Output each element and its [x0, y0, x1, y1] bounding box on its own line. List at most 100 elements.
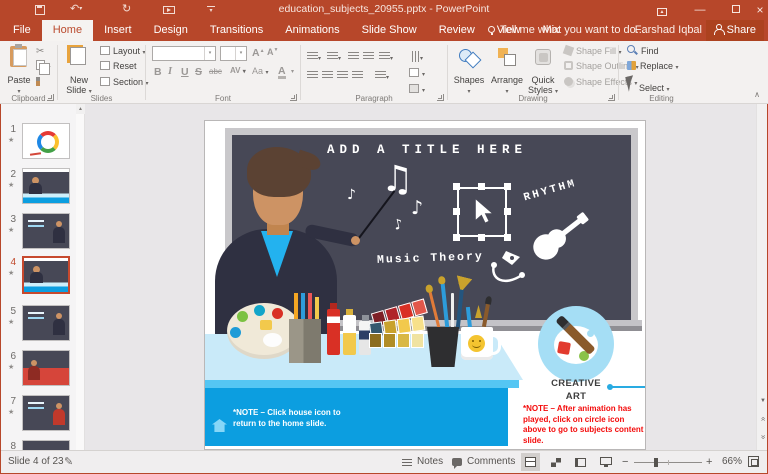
decrease-indent-button[interactable]: [348, 47, 359, 65]
thumbnail-image[interactable]: [22, 256, 70, 294]
zoom-out-button[interactable]: −: [622, 456, 628, 468]
shape-fill-button[interactable]: Shape Fill ▾: [564, 45, 622, 58]
slide-canvas[interactable]: ADD A TITLE HERE ♫ ♪ ♪ ♪ RHYTHM: [205, 121, 645, 449]
ribbon-display-options-icon[interactable]: ▲: [648, 0, 676, 20]
zoom-in-button[interactable]: +: [706, 456, 712, 468]
music-note-icon[interactable]: ♪: [411, 197, 423, 219]
drawing-dialog-launcher[interactable]: [608, 94, 615, 101]
paragraph-dialog-launcher[interactable]: [437, 94, 444, 101]
creative-art-label[interactable]: CREATIVEART: [536, 378, 616, 403]
justify-button[interactable]: [352, 66, 363, 84]
underline-button[interactable]: U: [181, 66, 189, 78]
slide-title-placeholder[interactable]: ADD A TITLE HERE: [317, 143, 537, 157]
pen-tool-icon[interactable]: [488, 249, 526, 294]
bullets-button[interactable]: ▾: [307, 47, 321, 65]
arrange-button[interactable]: Arrange▾: [490, 44, 524, 100]
change-case-button[interactable]: Aa ▾: [252, 66, 269, 76]
section-button[interactable]: Section ▾: [100, 76, 149, 89]
tab-animations[interactable]: Animations: [274, 20, 350, 41]
color-swatches[interactable]: [369, 333, 424, 348]
align-right-button[interactable]: [337, 66, 348, 84]
minimize-icon[interactable]: —: [686, 0, 714, 20]
tab-design[interactable]: Design: [143, 20, 199, 41]
thumbnail-image[interactable]: [22, 440, 70, 450]
paste-button[interactable]: Paste▾: [2, 44, 36, 100]
increase-indent-button[interactable]: [363, 47, 374, 65]
thumbnail-image[interactable]: [22, 123, 70, 159]
shrink-font-button[interactable]: A▼: [267, 47, 278, 57]
fit-slide-to-window-button[interactable]: [748, 456, 759, 467]
notes-toggle[interactable]: Notes: [417, 456, 443, 467]
font-color-caret[interactable]: ▾: [291, 68, 294, 75]
bold-button[interactable]: B: [154, 66, 162, 78]
numbering-button[interactable]: ▾: [327, 47, 341, 65]
thumbnail-slide-7[interactable]: 7★: [0, 395, 76, 435]
columns-button[interactable]: ▾: [375, 66, 389, 84]
thumbnail-image[interactable]: [22, 350, 70, 386]
font-size-combo[interactable]: ▾: [220, 46, 247, 61]
replace-button[interactable]: Replace ▾: [627, 60, 679, 73]
subscript-button[interactable]: abc: [209, 67, 222, 76]
layout-button[interactable]: Layout ▾: [100, 45, 146, 58]
format-painter-button[interactable]: [36, 76, 40, 89]
collapse-ribbon-icon[interactable]: ∧: [754, 90, 760, 99]
brush-holder[interactable]: [427, 327, 459, 367]
thumbnail-slide-2[interactable]: 2★: [0, 168, 76, 208]
character-spacing-button[interactable]: AV ▾: [230, 66, 246, 75]
cut-button[interactable]: ✂: [36, 45, 44, 58]
thumbnail-image[interactable]: [22, 395, 70, 431]
tab-review[interactable]: Review: [428, 20, 486, 41]
music-note-icon[interactable]: ♫: [381, 159, 413, 200]
smiley-mug[interactable]: [461, 327, 493, 360]
paint-tube[interactable]: [343, 315, 356, 355]
note-left-text[interactable]: *NOTE – Click house icon to return to th…: [233, 407, 353, 429]
tell-me-box[interactable]: Tell me what you want to do...: [488, 20, 645, 41]
share-button[interactable]: Share: [706, 20, 764, 41]
reset-button[interactable]: Reset: [100, 60, 137, 73]
find-button[interactable]: Find: [627, 45, 659, 58]
font-dialog-launcher[interactable]: [290, 94, 297, 101]
thumbnail-slide-1[interactable]: 1★: [0, 123, 76, 163]
thumbnail-slide-3[interactable]: 3★: [0, 213, 76, 253]
music-note-icon[interactable]: ♪: [347, 187, 356, 203]
scroll-up-icon[interactable]: ▲: [76, 104, 85, 114]
font-name-combo[interactable]: ▾: [152, 46, 216, 61]
thumbnail-slide-8[interactable]: 8: [0, 440, 76, 450]
copy-button[interactable]: ▾: [36, 60, 51, 73]
thumbnail-scrollbar[interactable]: ▲: [76, 104, 85, 450]
thumbnail-slide-5[interactable]: 5★: [0, 305, 76, 345]
note-right-text[interactable]: *NOTE – After animation has played, clic…: [523, 404, 644, 446]
paint-tube[interactable]: [327, 309, 340, 355]
quick-styles-button[interactable]: QuickStyles ▾: [526, 44, 560, 100]
italic-button[interactable]: I: [168, 66, 172, 77]
normal-view-button[interactable]: [521, 453, 540, 471]
tab-file[interactable]: File: [2, 20, 42, 41]
font-color-button[interactable]: A: [278, 66, 286, 79]
zoom-slider[interactable]: [634, 462, 702, 463]
thumbnail-image[interactable]: [22, 213, 70, 249]
zoom-slider-handle[interactable]: [654, 458, 658, 467]
thumbnail-image[interactable]: [22, 168, 70, 204]
maximize-icon[interactable]: [722, 0, 750, 20]
clipboard-dialog-launcher[interactable]: [47, 94, 54, 101]
tab-insert[interactable]: Insert: [93, 20, 143, 41]
shapes-button[interactable]: Shapes▾: [452, 44, 486, 100]
thumbnail-slide-6[interactable]: 6★: [0, 350, 76, 390]
strikethrough-button[interactable]: S: [195, 66, 202, 78]
tab-home[interactable]: Home: [42, 20, 93, 41]
zoom-percentage[interactable]: 66%: [722, 456, 742, 467]
selection-box-graphic[interactable]: [457, 187, 507, 237]
pencil-cup[interactable]: [289, 319, 321, 363]
slide-sorter-view-button[interactable]: [546, 453, 565, 471]
select-button[interactable]: Select ▾: [627, 76, 670, 89]
line-spacing-button[interactable]: ▾: [379, 47, 393, 65]
close-icon[interactable]: ×: [752, 0, 768, 20]
grow-font-button[interactable]: A▲: [252, 47, 265, 59]
align-center-button[interactable]: [322, 66, 333, 84]
proofing-status-icon[interactable]: ✎: [64, 455, 73, 468]
tab-transitions[interactable]: Transitions: [199, 20, 274, 41]
new-slide-button[interactable]: NewSlide ▾: [62, 44, 96, 100]
slide-show-button[interactable]: [596, 453, 615, 471]
account-name[interactable]: Farshad Iqbal: [635, 20, 702, 41]
thumbnail-image[interactable]: [22, 305, 70, 341]
